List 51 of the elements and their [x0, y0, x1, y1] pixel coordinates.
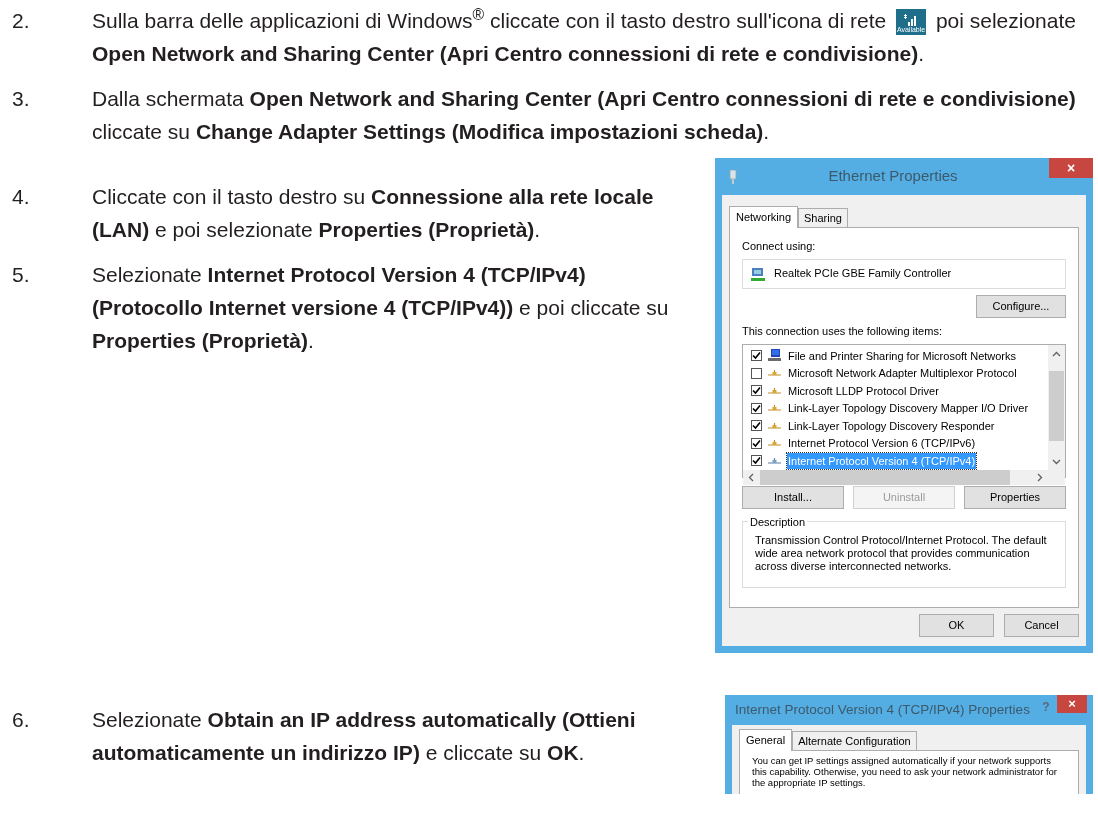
step-text: Cliccate con il tasto destro su Connessione alla rete locale (LAN) e poi selezionate Properties (Proprietà). [92, 184, 655, 243]
window-title: Ethernet Properties [827, 166, 959, 187]
dialog-button[interactable]: Configure... [976, 294, 1066, 318]
step-number: 6. [11, 707, 31, 733]
checkbox[interactable] [751, 402, 762, 414]
field-label: This connection uses the following items: [742, 323, 943, 339]
computer-icon [768, 349, 781, 363]
dialog-tab[interactable]: General [739, 729, 793, 751]
step-number: 4. [11, 184, 31, 210]
step-text: Selezionate Internet Protocol Version 4 (TCP/IPv4) (Protocollo Internet versione 4 (TCP/IPv4)) e poi cliccate su Properties (Proprietà). [92, 262, 670, 354]
field-label: Connect using: [742, 239, 817, 254]
list-item[interactable]: Microsoft Network Adapter Multiplexor Protocol [787, 365, 1018, 382]
list-item[interactable]: Link-Layer Topology Discovery Mapper I/O Driver [787, 400, 1030, 417]
close-button[interactable]: × [1057, 695, 1087, 713]
checkbox[interactable] [751, 437, 762, 449]
protocol-icon [768, 386, 781, 395]
checkbox[interactable] [751, 350, 762, 362]
dialog-tab[interactable]: Sharing [798, 208, 848, 227]
dialog-button[interactable]: Install... [742, 486, 844, 509]
description-text: Transmission Control Protocol/Internet Protocol. The default wide area network protocol that provides communication across diverse interconnected networks. [755, 534, 1048, 573]
protocol-icon [768, 369, 781, 378]
protocol-icon [768, 421, 781, 430]
checkbox[interactable] [751, 420, 762, 432]
dialog-button[interactable]: OK [919, 614, 994, 637]
window-title: Internet Protocol Version 4 (TCP/IPv4) Properties [735, 700, 1031, 719]
list-item[interactable]: Internet Protocol Version 6 (TCP/IPv6) [787, 435, 977, 452]
step-text: Dalla schermata Open Network and Sharing Center (Apri Centro connessioni di rete e condivisione) cliccate su Change Adapter Settings (Modifica impostazioni scheda). [92, 86, 1077, 145]
protocol-icon [768, 456, 781, 465]
dialog-tab[interactable]: Networking [729, 206, 799, 228]
intro-text: You can get IP settings assigned automatically if your network supports this capability. Otherwise, you need to ask your network administrator for the appropriate IP settings. [752, 755, 1059, 788]
list-item[interactable]: Link-Layer Topology Discovery Responder [787, 417, 996, 434]
protocol-icon [768, 439, 781, 448]
dialog-tab[interactable]: Alternate Configuration [792, 731, 917, 750]
step-number: 3. [11, 86, 31, 112]
horizontal-scrollbar[interactable] [743, 469, 1065, 485]
list-item[interactable]: Microsoft LLDP Protocol Driver [787, 382, 940, 399]
protocol-icon [768, 404, 781, 413]
close-button[interactable]: × [1049, 158, 1093, 178]
checkbox[interactable] [751, 455, 762, 467]
step-number: 5. [11, 262, 31, 288]
dialog-button[interactable]: Cancel [1004, 614, 1079, 637]
dialog-button[interactable]: Properties [964, 486, 1066, 509]
vertical-scrollbar[interactable] [1048, 345, 1065, 470]
network-adapter-icon [729, 169, 737, 184]
adapter-name: Realtek PCIe GBE Family Controller [774, 266, 952, 282]
step-number: 2. [11, 8, 31, 34]
step-text: Selezionate Obtain an IP address automatically (Ottieni automaticamente un indirizzo IP) e cliccate su OK. [92, 707, 637, 766]
checkbox[interactable] [751, 385, 762, 397]
network-adapter-icon [750, 265, 766, 282]
checkbox[interactable] [751, 367, 762, 379]
list-item[interactable]: File and Printer Sharing for Microsoft Networks [787, 347, 1018, 364]
